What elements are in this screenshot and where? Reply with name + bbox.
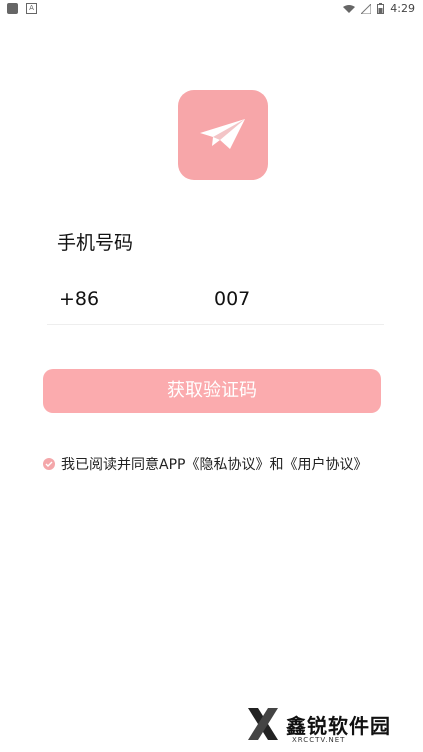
app-logo [178,90,268,180]
phone-number-input[interactable]: 007 [214,288,250,310]
watermark-x-icon [248,708,278,740]
battery-icon [377,3,385,14]
status-time: 4:29 [390,2,415,15]
status-bar: A 4:29 [0,0,423,18]
notification-icon [7,3,18,14]
watermark-title: 鑫锐软件园 [286,713,391,738]
watermark: 鑫锐软件园 XRCCTV.NET [246,706,391,744]
agreement-text[interactable]: 我已阅读并同意APP《隐私协议》和《用户协议》 [61,454,367,474]
country-code[interactable]: +86 [59,288,99,310]
signal-icon [361,3,372,14]
status-left: A [7,3,37,14]
paper-plane-icon [200,119,245,149]
page-title: 手机号码 [57,232,134,254]
wifi-icon [343,4,356,13]
agreement-checkbox[interactable] [43,458,55,470]
status-right: 4:29 [343,2,415,15]
phone-input-row[interactable]: +86 007 [47,280,384,325]
get-code-button[interactable]: 获取验证码 [43,369,381,413]
agreement-row[interactable]: 我已阅读并同意APP《隐私协议》和《用户协议》 [43,454,367,474]
a-icon: A [26,3,37,14]
watermark-subtitle: XRCCTV.NET [292,736,346,744]
check-icon [45,461,53,467]
